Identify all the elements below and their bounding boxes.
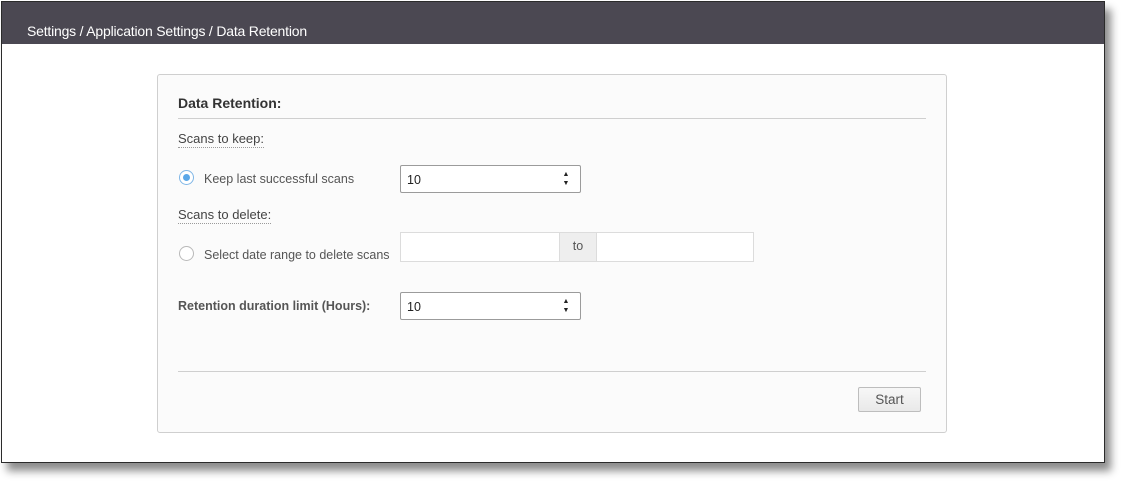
header-bar: Settings / Application Settings / Data R… (2, 2, 1104, 44)
retention-limit-label: Retention duration limit (Hours): (178, 299, 371, 313)
retention-limit-stepper[interactable]: 10 ▲ ▼ (400, 292, 581, 320)
caret-down-icon[interactable]: ▼ (562, 306, 570, 315)
keep-scans-spin-buttons[interactable]: ▲ ▼ (562, 170, 570, 190)
retention-limit-value[interactable]: 10 (407, 300, 421, 314)
caret-up-icon[interactable]: ▲ (562, 170, 570, 179)
keep-scans-stepper[interactable]: 10 ▲ ▼ (400, 165, 581, 193)
breadcrumb: Settings / Application Settings / Data R… (27, 23, 307, 39)
app-window: Settings / Application Settings / Data R… (1, 1, 1105, 463)
scans-to-delete-label: Scans to delete: (178, 207, 272, 224)
keep-last-scans-label[interactable]: Keep last successful scans (204, 172, 354, 186)
date-to-input[interactable] (597, 233, 753, 261)
date-range-label[interactable]: Select date range to delete scans (204, 248, 390, 262)
keep-last-scans-radio[interactable] (179, 170, 194, 185)
date-range-radio[interactable] (179, 246, 194, 261)
date-from-input[interactable] (401, 233, 559, 261)
panel-title: Data Retention: (178, 95, 282, 111)
date-range-separator: to (559, 233, 597, 261)
keep-scans-value[interactable]: 10 (407, 173, 421, 187)
title-divider (178, 118, 926, 119)
data-retention-panel: Data Retention: Scans to keep: Keep last… (157, 74, 947, 433)
date-range-input-group: to (400, 232, 754, 262)
caret-up-icon[interactable]: ▲ (562, 297, 570, 306)
start-button[interactable]: Start (858, 387, 921, 412)
footer-divider (178, 371, 926, 372)
caret-down-icon[interactable]: ▼ (562, 179, 570, 188)
retention-limit-spin-buttons[interactable]: ▲ ▼ (562, 297, 570, 317)
scans-to-keep-label: Scans to keep: (178, 131, 264, 148)
